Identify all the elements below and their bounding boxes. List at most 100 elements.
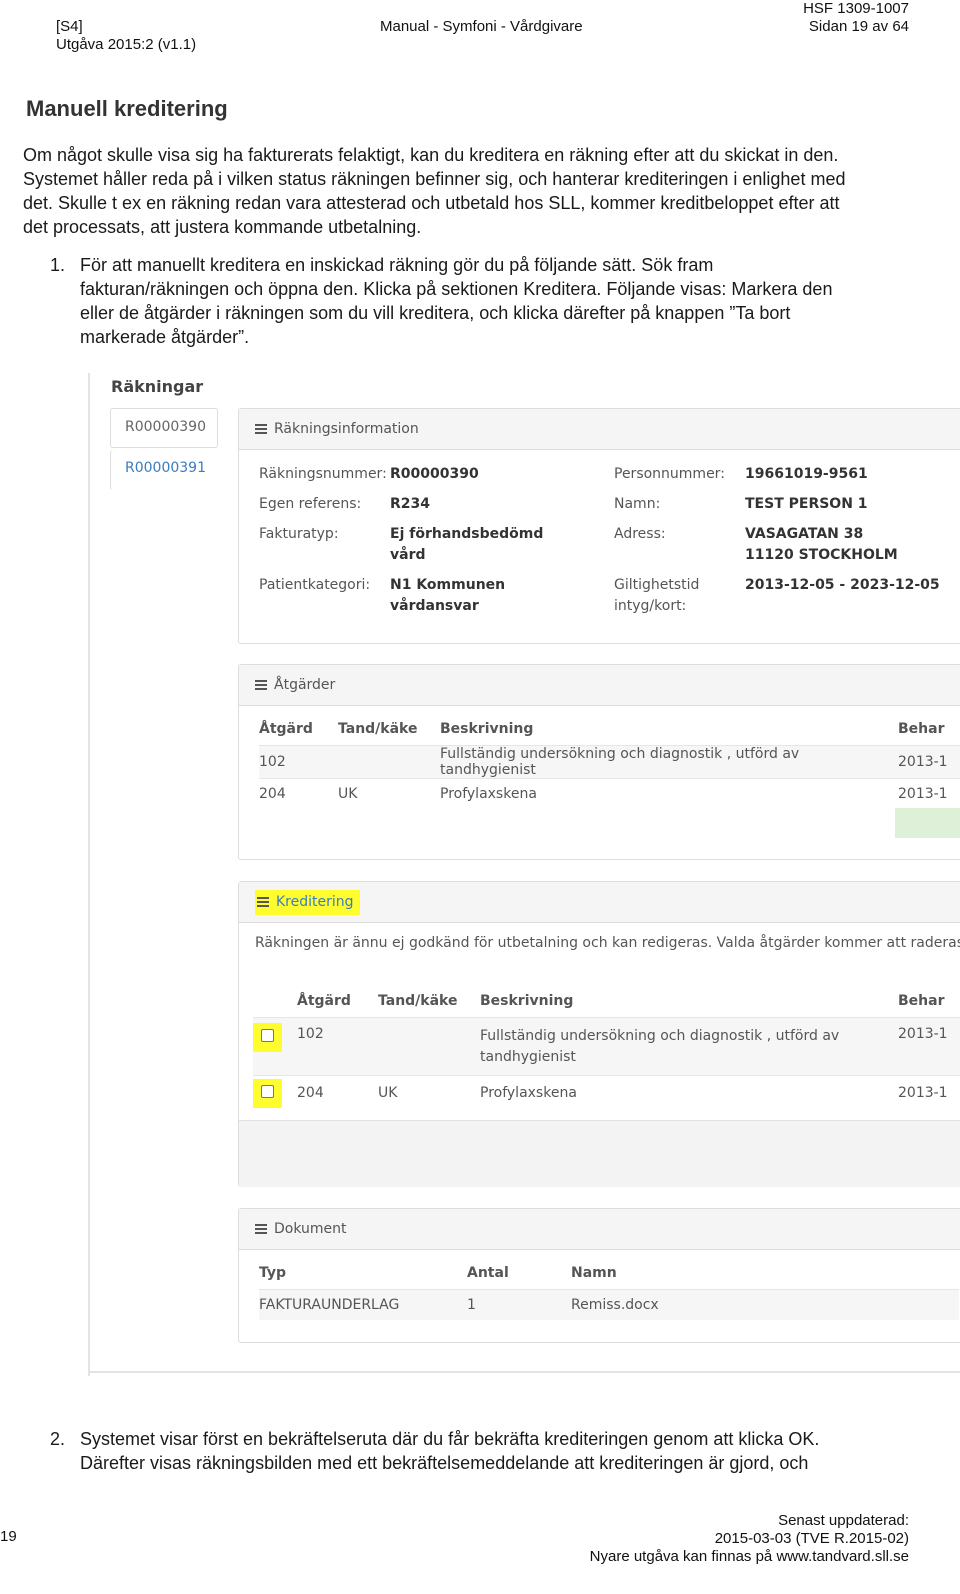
panel-header[interactable]: Räkningsinformation	[239, 409, 960, 450]
list-icon	[257, 897, 269, 907]
field-value: Ej förhandsbedömd	[390, 526, 544, 542]
footer-updated-value: 2015-03-03 (TVE R.2015-02)	[714, 1530, 909, 1547]
column-header: Behar	[898, 993, 945, 1009]
highlight-marker	[253, 1023, 282, 1052]
panel-header[interactable]: Åtgärder	[239, 665, 960, 706]
column-header: Åtgärd	[297, 993, 351, 1009]
table-header-row: Åtgärd Tand/käke Beskrivning Behar	[253, 985, 960, 1018]
field-label: Egen referens:	[259, 496, 362, 512]
field-label: Fakturatyp:	[259, 526, 339, 542]
intro-line: det processats, att justera kommande utb…	[23, 217, 422, 237]
field-value: 2013-12-05 - 2023-12-05	[745, 577, 940, 593]
status-cell	[895, 808, 960, 838]
field-label: intyg/kort:	[614, 598, 687, 614]
field-value: TEST PERSON 1	[745, 496, 868, 512]
column-header: Beskrivning	[480, 993, 574, 1009]
highlight-marker	[253, 1078, 282, 1108]
document-link[interactable]: Remiss.docx	[571, 1289, 959, 1320]
table-cell: Profylaxskena	[480, 1075, 898, 1110]
field-value: vård	[390, 547, 426, 563]
invoice-list-item[interactable]: R00000391	[110, 450, 218, 490]
intro-line: Om något skulle visa sig ha fakturerats …	[23, 145, 839, 165]
table-cell: 102	[297, 1017, 378, 1076]
field-value: 11120 STOCKHOLM	[745, 547, 898, 563]
actions-table: Åtgärd Tand/käke Beskrivning Behar 102 F…	[259, 713, 960, 809]
panel-title: Räkningsinformation	[274, 421, 419, 437]
field-label: Räkningsnummer:	[259, 466, 387, 482]
manual-title: Manual - Symfoni - Vårdgivare	[380, 18, 583, 35]
step1-text: För att manuellt kreditera en inskickad …	[80, 253, 832, 349]
field-value: vårdansvar	[390, 598, 479, 614]
desc-line: Fullständig undersökning och diagnostik …	[480, 1028, 840, 1044]
documents-table: Typ Antal Namn FAKTURAUNDERLAG 1 Remiss.…	[259, 1257, 959, 1320]
column-header: Namn	[571, 1265, 617, 1281]
intro-line: det. Skulle t ex en räkning redan vara a…	[23, 193, 840, 213]
table-cell: 102	[259, 745, 338, 779]
field-value: N1 Kommunen	[390, 577, 506, 593]
table-cell: 204	[259, 778, 338, 809]
table-row[interactable]: 204 UK Profylaxskena 2013-1	[259, 778, 960, 809]
column-header: Antal	[467, 1265, 509, 1281]
doc-edition: Utgåva 2015:2 (v1.1)	[56, 36, 197, 53]
checkbox-cell	[253, 1017, 297, 1076]
column-header: Typ	[259, 1265, 287, 1281]
doc-tag: [S4]	[56, 18, 83, 35]
field-value: R00000390	[390, 466, 479, 482]
credit-table: Åtgärd Tand/käke Beskrivning Behar 102 F…	[253, 985, 960, 1110]
intro-line: Systemet håller reda på i vilken status …	[23, 169, 846, 189]
invoice-list-item[interactable]: R00000390	[110, 408, 218, 448]
row-checkbox[interactable]	[261, 1029, 274, 1042]
step2-number: 2.	[50, 1429, 66, 1449]
panel-header[interactable]: Dokument	[239, 1209, 960, 1250]
list-icon	[255, 1224, 267, 1234]
panel-header[interactable]: Kreditering	[239, 882, 960, 923]
table-row: FAKTURAUNDERLAG 1 Remiss.docx	[259, 1289, 959, 1320]
step2-line: Därefter visas räkningsbilden med ett be…	[80, 1453, 809, 1473]
row-checkbox[interactable]	[261, 1084, 274, 1098]
panel-title: Dokument	[274, 1221, 347, 1237]
actions-panel: Åtgärder Åtgärd Tand/käke Beskrivning Be…	[238, 664, 960, 860]
panel-title: Åtgärder	[274, 677, 336, 693]
table-cell: UK	[378, 1075, 480, 1110]
step1-line: eller de åtgärder i räkningen som du vil…	[80, 303, 791, 323]
intro-paragraph: Om något skulle visa sig ha fakturerats …	[23, 143, 845, 239]
footer-page-number: 19	[0, 1528, 17, 1545]
table-cell: Fullständig undersökning och diagnostik …	[440, 745, 898, 779]
invoices-heading: Räkningar	[111, 377, 204, 396]
column-header: Tand/käke	[338, 721, 418, 737]
documents-panel: Dokument Typ Antal Namn FAKTURAUNDERLAG …	[238, 1208, 960, 1343]
step2-line: Systemet visar först en bekräftelseruta …	[80, 1429, 820, 1449]
credit-notice: Räkningen är ännu ej godkänd för utbetal…	[255, 935, 960, 951]
invoice-list: R00000390 R00000391	[110, 408, 218, 492]
step1-line: markerade åtgärder”.	[80, 327, 250, 347]
table-cell: Fullständig undersökning och diagnostik …	[480, 1017, 898, 1076]
table-cell: UK	[338, 778, 440, 809]
step1-line: fakturan/räkningen och öppna den. Klicka…	[80, 279, 833, 299]
panel-footer	[239, 1120, 960, 1187]
list-icon	[255, 424, 267, 434]
highlight-marker: Kreditering	[255, 890, 360, 915]
field-label: Namn:	[614, 496, 661, 512]
app-screenshot: Räkningar R00000390 R00000391 Räkningsin…	[88, 373, 960, 1376]
list-icon	[255, 680, 267, 690]
table-cell	[338, 745, 440, 779]
desc-line: tandhygienist	[480, 1049, 576, 1065]
doc-id: HSF 1309-1007	[803, 0, 909, 17]
table-row[interactable]: 102 Fullständig undersökning och diagnos…	[259, 745, 960, 779]
step1-line: För att manuellt kreditera en inskickad …	[80, 255, 714, 275]
field-label: Adress:	[614, 526, 666, 542]
table-cell: 2013-1	[898, 1017, 960, 1076]
column-header: Tand/käke	[378, 993, 458, 1009]
table-cell: FAKTURAUNDERLAG	[259, 1289, 467, 1320]
footer-newer-note: Nyare utgåva kan finnas på www.tandvard.…	[589, 1548, 909, 1565]
field-label: Patientkategori:	[259, 577, 371, 593]
field-value: R234	[390, 496, 431, 512]
table-cell: 1	[467, 1289, 571, 1320]
credit-panel: Kreditering Räkningen är ännu ej godkänd…	[238, 881, 960, 1187]
checkbox-cell	[253, 1075, 297, 1110]
table-cell	[378, 1017, 480, 1076]
table-header-row: Typ Antal Namn	[259, 1257, 959, 1290]
table-cell: 2013-1	[898, 1075, 960, 1110]
field-label: Giltighetstid	[614, 577, 700, 593]
table-cell: 2013-1	[898, 745, 960, 779]
